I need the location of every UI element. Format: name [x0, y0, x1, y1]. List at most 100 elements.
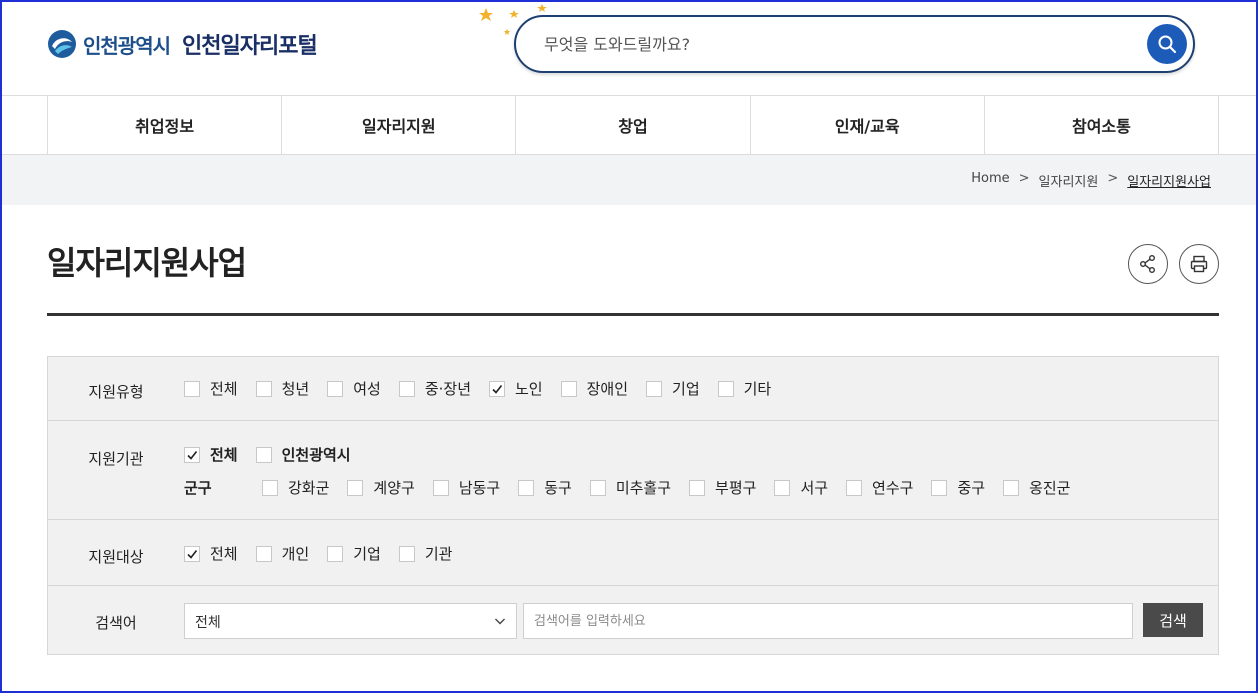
checkbox[interactable] — [327, 545, 344, 562]
checkbox[interactable] — [774, 479, 791, 496]
filter-option-label: 전체 — [210, 446, 238, 464]
checkbox[interactable] — [262, 479, 278, 496]
filter-option[interactable]: 기관 — [398, 543, 452, 564]
site-logo[interactable]: 인천광역시 인천일자리포털 — [47, 28, 318, 60]
city-name: 인천광역시 — [83, 33, 171, 58]
checkbox[interactable] — [1003, 479, 1020, 496]
checkbox[interactable] — [846, 479, 863, 496]
filter-option[interactable]: 인천광역시 — [255, 444, 351, 465]
filter-option-label: 강화군 — [288, 479, 330, 497]
filter-option[interactable]: 전체 — [184, 444, 238, 465]
checkbox[interactable] — [347, 479, 364, 496]
checkbox[interactable] — [589, 479, 606, 496]
printer-icon — [1190, 255, 1208, 273]
filter-option[interactable]: 연수구 — [846, 477, 913, 498]
search-filter-panel: 지원유형 전체 청년 여성 중·장년 노인 장애인 기업 기타 지원기관 전체 인천광역시 군구… — [47, 356, 1219, 655]
filter-option-label: 기업 — [353, 545, 381, 563]
filter-label-type: 지원유형 — [88, 383, 144, 401]
filter-option[interactable]: 노인 — [489, 378, 543, 399]
breadcrumb-home[interactable]: Home — [971, 171, 1009, 190]
search-bar — [514, 15, 1195, 73]
filter-option[interactable]: 중구 — [931, 477, 985, 498]
checkbox[interactable] — [255, 545, 272, 562]
filter-option[interactable]: 전체 — [184, 378, 238, 399]
filter-option[interactable]: 강화군 — [262, 477, 329, 498]
checkbox-checked[interactable] — [489, 380, 505, 397]
filter-option-label: 인천광역시 — [281, 446, 351, 464]
filter-option[interactable]: 기타 — [717, 378, 771, 399]
filter-options-type: 전체 청년 여성 중·장년 노인 장애인 기업 기타 — [184, 378, 789, 399]
filter-option-label: 계양구 — [373, 479, 415, 497]
filter-row-type: 지원유형 전체 청년 여성 중·장년 노인 장애인 기업 기타 — [48, 357, 1218, 421]
nav-item-job-support[interactable]: 일자리지원 — [281, 96, 515, 154]
filter-row-org: 지원기관 전체 인천광역시 군구 강화군 계양구 남동구 동구 미추홀구 부평구 서구 연수구 중… — [48, 421, 1218, 520]
filter-option[interactable]: 부평구 — [689, 477, 756, 498]
filter-option[interactable]: 전체 — [184, 543, 238, 564]
filter-option-label: 여성 — [353, 380, 381, 398]
checkbox[interactable] — [327, 380, 344, 397]
filter-option[interactable]: 서구 — [774, 477, 828, 498]
nav-item-community[interactable]: 참여소통 — [983, 96, 1220, 154]
checkbox[interactable] — [255, 446, 272, 463]
filter-option[interactable]: 옹진군 — [1003, 477, 1070, 498]
filter-option-label: 전체 — [210, 545, 238, 563]
filter-options-target: 전체 개인 기업 기관 — [184, 543, 470, 564]
keyword-input[interactable] — [523, 603, 1133, 639]
checkbox[interactable] — [432, 479, 449, 496]
filter-option-label: 연수구 — [872, 479, 914, 497]
nav-item-jobs[interactable]: 취업정보 — [47, 96, 281, 154]
district-label: 군구 — [184, 479, 212, 497]
checkbox[interactable] — [689, 479, 706, 496]
filter-option[interactable]: 중·장년 — [398, 378, 471, 399]
filter-option-label: 개인 — [281, 545, 310, 563]
filter-option-label: 노인 — [515, 380, 543, 398]
filter-option[interactable]: 기업 — [327, 543, 381, 564]
filter-option[interactable]: 동구 — [518, 477, 572, 498]
filter-option[interactable]: 여성 — [327, 378, 381, 399]
main-nav: 취업정보 일자리지원 창업 인재/교육 참여소통 — [47, 96, 1220, 154]
filter-options-district: 강화군 계양구 남동구 동구 미추홀구 부평구 서구 연수구 중구 옹진군 — [262, 477, 1088, 498]
search-button[interactable] — [1147, 24, 1187, 64]
checkbox[interactable] — [184, 380, 200, 397]
checkbox[interactable] — [518, 479, 535, 496]
site-header: 인천광역시 인천일자리포털 — [0, 0, 1258, 96]
filter-option-label: 서구 — [800, 479, 829, 497]
search-input[interactable] — [544, 29, 1124, 59]
share-button[interactable] — [1128, 244, 1168, 284]
filter-option[interactable]: 미추홀구 — [589, 477, 672, 498]
filter-option-label: 전체 — [210, 380, 238, 398]
breadcrumb: Home > 일자리지원 > 일자리지원사업 — [971, 171, 1211, 190]
keyword-scope-select[interactable]: 전체 — [184, 603, 517, 639]
page-title: 일자리지원사업 — [47, 244, 247, 282]
filter-option-label: 장애인 — [586, 380, 629, 398]
checkbox[interactable] — [398, 380, 415, 397]
filter-districts-row: 군구 강화군 계양구 남동구 동구 미추홀구 부평구 서구 연수구 중구 옹진군 — [184, 477, 1088, 498]
filter-option[interactable]: 기업 — [646, 378, 700, 399]
search-icon — [1158, 35, 1177, 54]
checkbox[interactable] — [255, 380, 272, 397]
filter-option-label: 중·장년 — [424, 380, 471, 398]
filter-option[interactable]: 남동구 — [432, 477, 500, 498]
checkbox-checked[interactable] — [184, 545, 200, 562]
checkbox[interactable] — [398, 545, 415, 562]
checkbox-checked[interactable] — [184, 446, 200, 463]
nav-item-startup[interactable]: 창업 — [515, 96, 749, 154]
checkbox[interactable] — [717, 380, 734, 397]
checkbox[interactable] — [646, 380, 663, 397]
filter-option-label: 미추홀구 — [615, 479, 672, 497]
filter-option[interactable]: 청년 — [255, 378, 309, 399]
checkbox[interactable] — [931, 479, 948, 496]
print-button[interactable] — [1179, 244, 1219, 284]
keyword-scope-value: 전체 — [195, 615, 221, 631]
breadcrumb-current[interactable]: 일자리지원사업 — [1127, 171, 1211, 190]
checkbox[interactable] — [560, 380, 577, 397]
filter-option[interactable]: 장애인 — [560, 378, 629, 399]
breadcrumb-level1[interactable]: 일자리지원 — [1039, 171, 1099, 190]
nav-item-education[interactable]: 인재/교육 — [749, 96, 984, 154]
filter-option[interactable]: 개인 — [255, 543, 310, 564]
filter-option-label: 기업 — [672, 380, 700, 398]
search-submit-button[interactable]: 검색 — [1143, 603, 1203, 637]
check-icon — [187, 450, 198, 460]
filter-row-target: 지원대상 전체 개인 기업 기관 — [48, 520, 1218, 586]
filter-option[interactable]: 계양구 — [347, 477, 415, 498]
